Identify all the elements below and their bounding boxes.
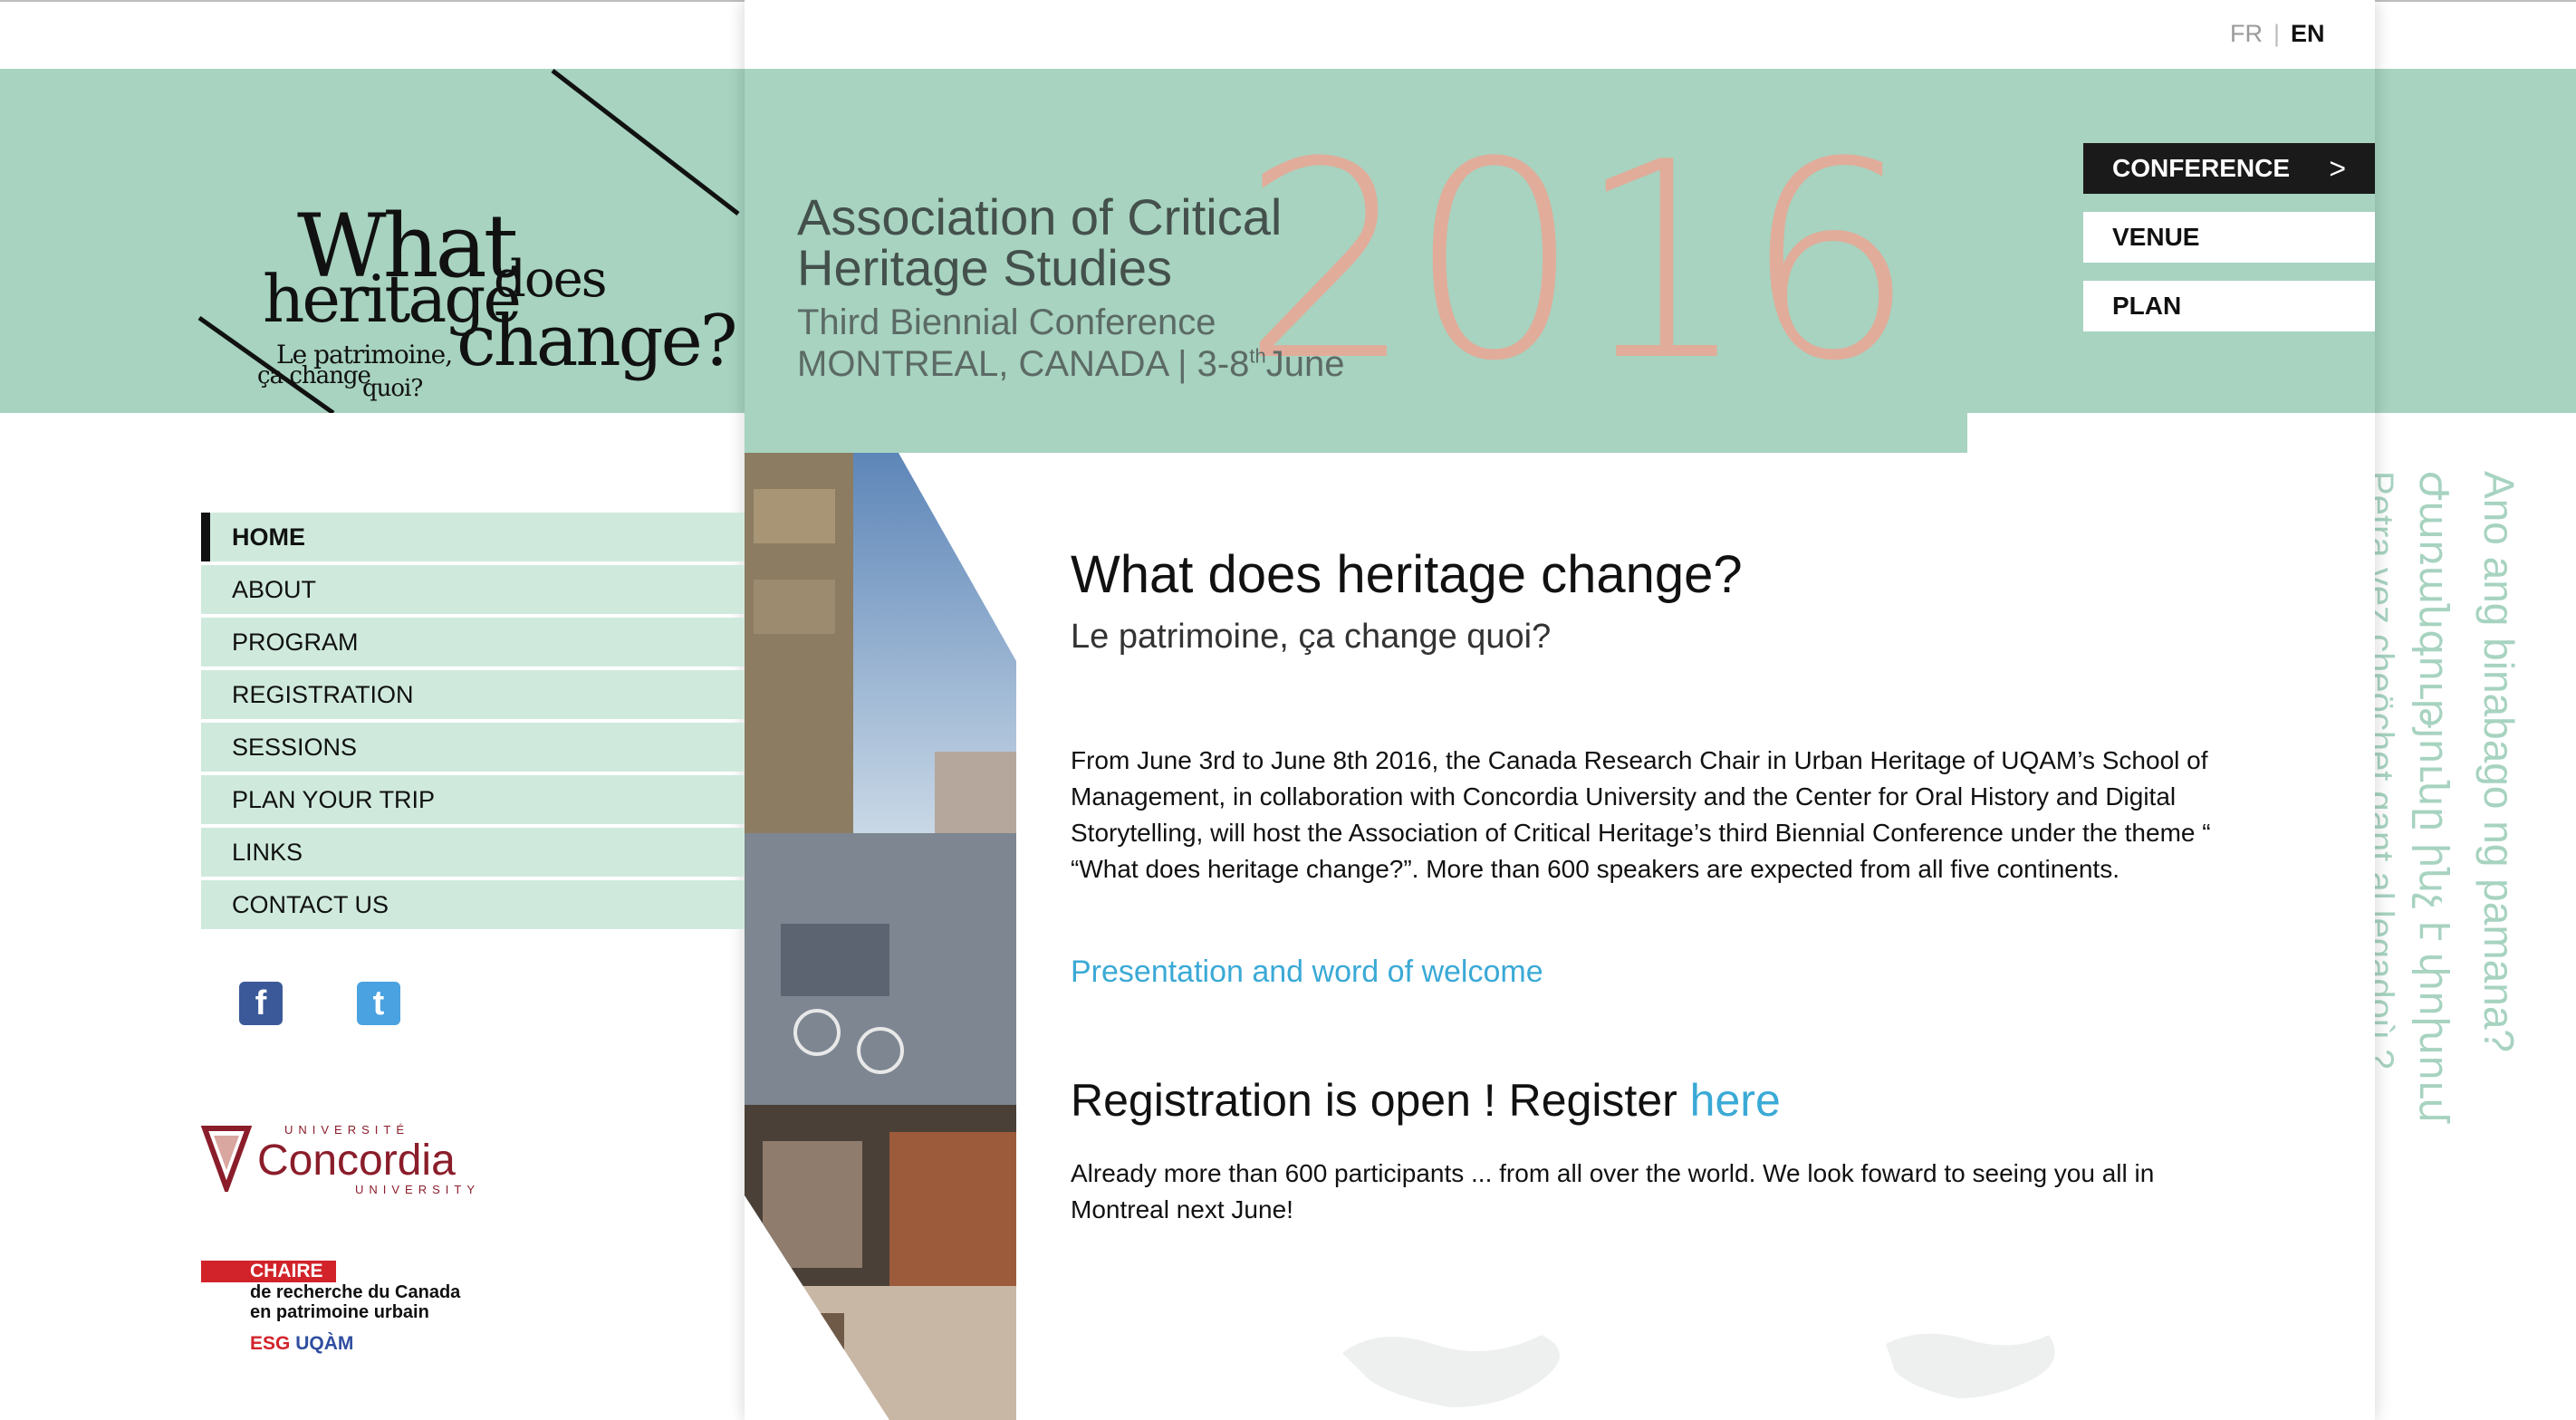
concordia-bottom-text: UNIVERSITY — [355, 1183, 481, 1196]
logo-text-fr3: quoi? — [362, 375, 423, 402]
sidebar-item-links[interactable]: LINKS — [201, 828, 745, 877]
vertical-text-1: Ano ang binabago ng pamana? — [2475, 471, 2523, 1053]
topnav-conference-label: CONFERENCE — [2112, 154, 2291, 182]
language-switcher: FR | EN — [2230, 20, 2325, 48]
vertical-text-2: Ժառանգությունը ինչ է փոխում — [2411, 471, 2456, 1124]
logo-text-fr2: ça change — [257, 362, 371, 389]
banner-org-line1: Association of Critical — [797, 188, 1283, 245]
chaire-badge: CHAIRE — [201, 1261, 336, 1282]
chaire-line1: de recherche du Canada — [250, 1282, 461, 1302]
sidebar-item-registration[interactable]: REGISTRATION — [201, 670, 745, 719]
chaire-line2: en patrimoine urbain — [250, 1302, 429, 1322]
sidebar-item-about[interactable]: ABOUT — [201, 565, 745, 614]
banner-conference: Third Biennial Conference — [797, 302, 1216, 342]
banner-location-sup: th — [1249, 344, 1266, 368]
social-links: f t — [239, 982, 400, 1025]
concordia-top-text: UNIVERSITÉ — [284, 1123, 410, 1137]
banner-notch — [1967, 413, 2375, 453]
welcome-link[interactable]: Presentation and word of welcome — [1071, 956, 2248, 987]
photo-collage — [745, 453, 1016, 1420]
banner-location-end: June — [1265, 344, 1345, 384]
logo-text-does: does — [494, 250, 607, 309]
lang-fr-link[interactable]: FR — [2230, 20, 2263, 48]
register-here-link[interactable]: here — [1690, 1075, 1781, 1126]
esg-text: ESG — [250, 1333, 291, 1354]
topnav-venue[interactable]: VENUE — [2083, 212, 2375, 263]
twitter-icon[interactable]: t — [357, 982, 400, 1025]
sidebar-item-program[interactable]: PROGRAM — [201, 618, 745, 667]
esg-uqam-label: ESG UQÀM — [250, 1333, 509, 1355]
world-map-graphic — [1342, 1333, 2055, 1407]
site-logo[interactable]: What heritage does change? Le patrimoine… — [0, 69, 745, 413]
registration-text: Registration is open ! Register — [1071, 1075, 1690, 1126]
lang-en-link[interactable]: EN — [2291, 20, 2325, 48]
topnav-plan-label: PLAN — [2112, 292, 2182, 320]
page-title: What does heritage change? — [1071, 545, 1743, 604]
topnav-venue-label: VENUE — [2112, 223, 2200, 251]
registration-heading: Registration is open ! Register here — [1071, 1078, 2248, 1123]
chaire-logo[interactable]: CHAIRE de recherche du Canada en patrimo… — [201, 1261, 509, 1355]
concordia-logo[interactable]: UNIVERSITÉ Concordia UNIVERSITY — [201, 1123, 500, 1196]
facebook-icon[interactable]: f — [239, 982, 283, 1025]
participants-paragraph: Already more than 600 participants ... f… — [1071, 1159, 2155, 1223]
intro-paragraph: From June 3rd to June 8th 2016, the Cana… — [1071, 746, 2211, 883]
sidebar-item-sessions[interactable]: SESSIONS — [201, 723, 745, 772]
side-nav: HOME ABOUT PROGRAM REGISTRATION SESSIONS… — [201, 513, 745, 933]
banner-org-line2: Heritage Studies — [797, 239, 1173, 296]
banner-location: MONTREAL, CANADA | 3-8thJune — [797, 346, 1345, 382]
logo-text-change: change? — [457, 301, 738, 382]
sidebar-item-plan-your-trip[interactable]: PLAN YOUR TRIP — [201, 775, 745, 824]
photo-collage-image — [745, 453, 1016, 1420]
chevron-right-icon: > — [2329, 151, 2346, 185]
top-nav: CONFERENCE > VENUE PLAN — [2083, 143, 2375, 350]
concordia-name: Concordia — [257, 1137, 456, 1185]
page-subtitle: Le patrimoine, ça change quoi? — [1071, 618, 1552, 656]
banner-location-text: MONTREAL, CANADA | 3-8 — [797, 344, 1250, 384]
concordia-crest-icon — [201, 1126, 252, 1192]
uqam-text: UQÀM — [295, 1333, 354, 1354]
sidebar-item-contact-us[interactable]: CONTACT US — [201, 880, 745, 929]
lang-separator: | — [2273, 20, 2281, 47]
topnav-plan[interactable]: PLAN — [2083, 281, 2375, 331]
topnav-conference[interactable]: CONFERENCE > — [2083, 143, 2375, 194]
sidebar-item-home[interactable]: HOME — [201, 513, 745, 561]
main-content: What does heritage change? Le patrimoine… — [1071, 549, 2248, 1253]
